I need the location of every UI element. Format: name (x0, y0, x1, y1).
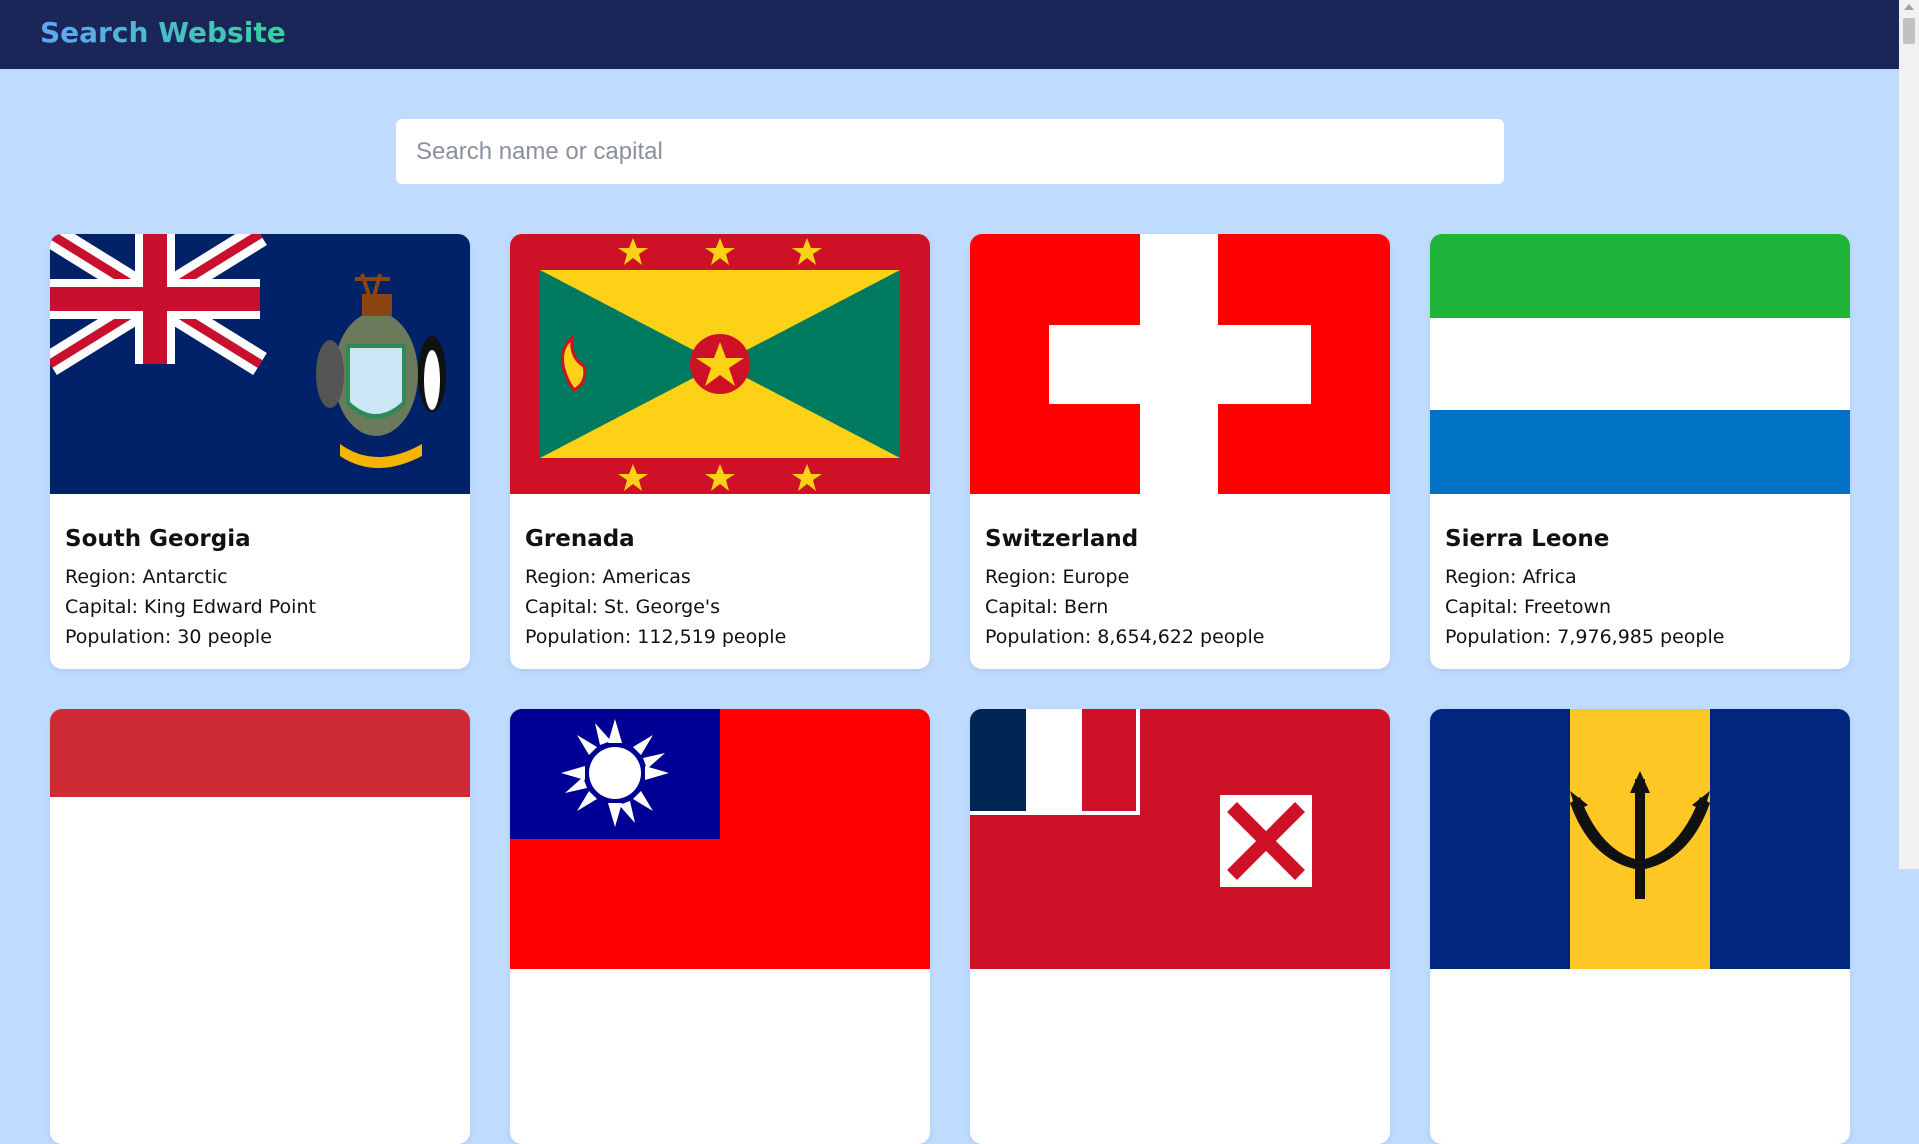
country-capital: Capital: St. George's (525, 596, 721, 618)
country-card[interactable]: South Georgia Region: Antarctic Capital:… (50, 234, 470, 669)
country-capital: Capital: King Edward Point (65, 596, 316, 618)
country-card[interactable]: Grenada Region: Americas Capital: St. Ge… (510, 234, 930, 669)
country-card[interactable] (1430, 709, 1850, 1144)
flag-grenada (510, 234, 930, 494)
country-name: Switzerland (985, 526, 1139, 552)
country-population: Population: 8,654,622 people (985, 626, 1265, 648)
flag-south-georgia (50, 234, 470, 494)
country-capital: Capital: Bern (985, 596, 1109, 618)
flag-taiwan (510, 709, 930, 969)
scroll-thumb[interactable] (1903, 18, 1915, 44)
country-card[interactable] (50, 709, 470, 1144)
flag-indonesia (50, 709, 470, 969)
country-region: Region: Africa (1445, 566, 1577, 588)
country-population: Population: 112,519 people (525, 626, 787, 648)
country-region: Region: Antarctic (65, 566, 228, 588)
scroll-up-arrow-icon[interactable] (1904, 4, 1914, 10)
flag-switzerland (970, 234, 1390, 494)
country-population: Population: 30 people (65, 626, 272, 648)
search-input[interactable] (396, 119, 1504, 184)
country-card[interactable] (970, 709, 1390, 1144)
country-card[interactable]: Sierra Leone Region: Africa Capital: Fre… (1430, 234, 1850, 669)
flag-wallis-and-futuna (970, 709, 1390, 969)
country-region: Region: Americas (525, 566, 691, 588)
page-scrollbar[interactable] (1899, 0, 1919, 869)
country-population: Population: 7,976,985 people (1445, 626, 1725, 648)
country-region: Region: Europe (985, 566, 1130, 588)
top-navbar: Search Website (0, 0, 1899, 69)
site-title[interactable]: Search Website (40, 16, 286, 49)
country-name: Grenada (525, 526, 635, 552)
country-name: Sierra Leone (1445, 526, 1610, 552)
flag-barbados (1430, 709, 1850, 969)
flag-sierra-leone (1430, 234, 1850, 494)
search-box (396, 119, 1504, 184)
country-card[interactable]: Switzerland Region: Europe Capital: Bern… (970, 234, 1390, 669)
country-capital: Capital: Freetown (1445, 596, 1612, 618)
country-card[interactable] (510, 709, 930, 1144)
country-name: South Georgia (65, 526, 251, 552)
